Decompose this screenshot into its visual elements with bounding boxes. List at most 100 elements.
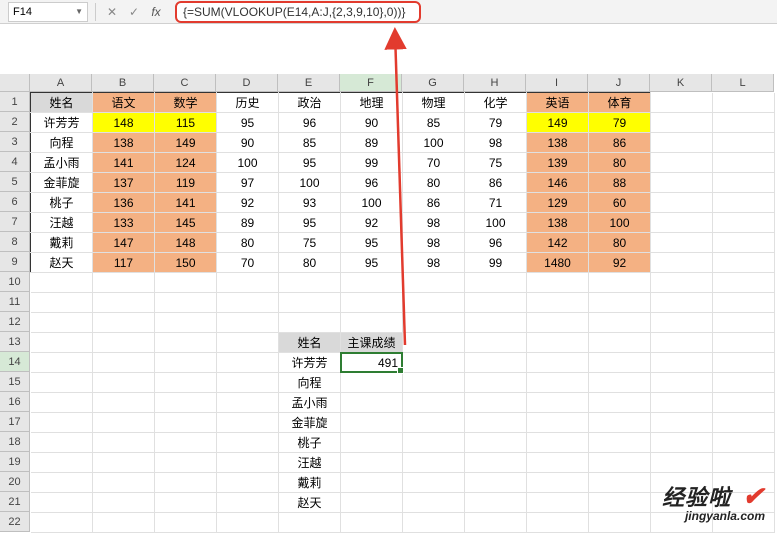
cell[interactable]: 98 (465, 133, 527, 153)
cell[interactable]: 80 (589, 153, 651, 173)
cell[interactable] (31, 313, 93, 333)
cell[interactable]: 137 (93, 173, 155, 193)
cell[interactable] (341, 393, 403, 413)
formula-input[interactable]: {=SUM(VLOOKUP(E14,A:J,{2,3,9,10},0))} (175, 1, 421, 23)
cell[interactable] (93, 293, 155, 313)
cell[interactable] (93, 313, 155, 333)
cell[interactable]: 90 (217, 133, 279, 153)
cell[interactable] (713, 293, 775, 313)
cell[interactable] (155, 273, 217, 293)
cell[interactable] (93, 513, 155, 533)
cell[interactable]: 85 (279, 133, 341, 153)
cell[interactable] (589, 473, 651, 493)
cell[interactable] (527, 513, 589, 533)
cell[interactable] (713, 433, 775, 453)
column-header[interactable]: E (278, 74, 340, 92)
cell[interactable] (93, 413, 155, 433)
cell[interactable] (155, 353, 217, 373)
cell[interactable] (93, 453, 155, 473)
cell[interactable]: 79 (589, 113, 651, 133)
cell[interactable] (589, 373, 651, 393)
cell[interactable]: 金菲旋 (279, 413, 341, 433)
cell[interactable]: 化学 (465, 93, 527, 113)
cell[interactable]: 133 (93, 213, 155, 233)
cell[interactable]: 138 (93, 133, 155, 153)
cell[interactable] (713, 173, 775, 193)
cell[interactable] (279, 313, 341, 333)
cell[interactable] (217, 473, 279, 493)
cell[interactable]: 95 (279, 213, 341, 233)
cell[interactable] (651, 293, 713, 313)
cell[interactable]: 149 (155, 133, 217, 153)
cell[interactable] (465, 333, 527, 353)
cell[interactable] (651, 373, 713, 393)
cell[interactable] (713, 213, 775, 233)
cell[interactable] (217, 413, 279, 433)
cell[interactable] (527, 393, 589, 413)
cell[interactable] (589, 313, 651, 333)
cell[interactable]: 96 (279, 113, 341, 133)
row-header[interactable]: 16 (0, 392, 30, 412)
cell[interactable] (651, 393, 713, 413)
cell[interactable]: 80 (279, 253, 341, 273)
cell[interactable]: 100 (217, 153, 279, 173)
cell[interactable] (465, 453, 527, 473)
cell[interactable] (341, 493, 403, 513)
name-box[interactable]: F14 ▼ (8, 2, 88, 22)
cell[interactable] (465, 313, 527, 333)
cell[interactable] (403, 333, 465, 353)
row-header[interactable]: 20 (0, 472, 30, 492)
cell[interactable]: 141 (155, 193, 217, 213)
cell[interactable]: 80 (589, 233, 651, 253)
cell[interactable] (465, 433, 527, 453)
cell[interactable] (403, 393, 465, 413)
cell[interactable] (527, 453, 589, 473)
cell[interactable]: 98 (403, 213, 465, 233)
cell[interactable] (651, 273, 713, 293)
cell[interactable] (651, 333, 713, 353)
cell[interactable] (713, 393, 775, 413)
cell[interactable] (589, 413, 651, 433)
cell[interactable] (341, 513, 403, 533)
cell[interactable] (527, 353, 589, 373)
cell[interactable] (93, 393, 155, 413)
row-header[interactable]: 6 (0, 192, 30, 212)
cell[interactable] (589, 393, 651, 413)
column-header[interactable]: H (464, 74, 526, 92)
cell[interactable]: 100 (403, 133, 465, 153)
cell[interactable] (713, 113, 775, 133)
cell[interactable] (651, 193, 713, 213)
cell[interactable] (465, 473, 527, 493)
cell[interactable] (155, 373, 217, 393)
cell[interactable] (713, 273, 775, 293)
row-header[interactable]: 9 (0, 252, 30, 272)
cell[interactable]: 100 (589, 213, 651, 233)
row-header[interactable]: 8 (0, 232, 30, 252)
cell[interactable]: 145 (155, 213, 217, 233)
cell[interactable]: 124 (155, 153, 217, 173)
cell[interactable]: 95 (279, 153, 341, 173)
cell[interactable]: 95 (341, 253, 403, 273)
cell[interactable] (341, 453, 403, 473)
cell[interactable]: 138 (527, 213, 589, 233)
cell[interactable] (713, 333, 775, 353)
column-header[interactable]: C (154, 74, 216, 92)
column-header[interactable]: I (526, 74, 588, 92)
row-header[interactable]: 21 (0, 492, 30, 512)
cell[interactable] (465, 513, 527, 533)
cell[interactable] (155, 293, 217, 313)
cell[interactable] (651, 213, 713, 233)
cell[interactable]: 数学 (155, 93, 217, 113)
select-all-corner[interactable] (0, 74, 30, 92)
cell[interactable] (651, 113, 713, 133)
cell[interactable] (341, 313, 403, 333)
cell[interactable]: 98 (403, 253, 465, 273)
cell[interactable] (155, 433, 217, 453)
cell[interactable] (527, 433, 589, 453)
cell[interactable]: 75 (465, 153, 527, 173)
cell[interactable] (31, 433, 93, 453)
cell[interactable] (341, 273, 403, 293)
cell[interactable]: 149 (527, 113, 589, 133)
column-header[interactable]: B (92, 74, 154, 92)
cell[interactable] (713, 233, 775, 253)
